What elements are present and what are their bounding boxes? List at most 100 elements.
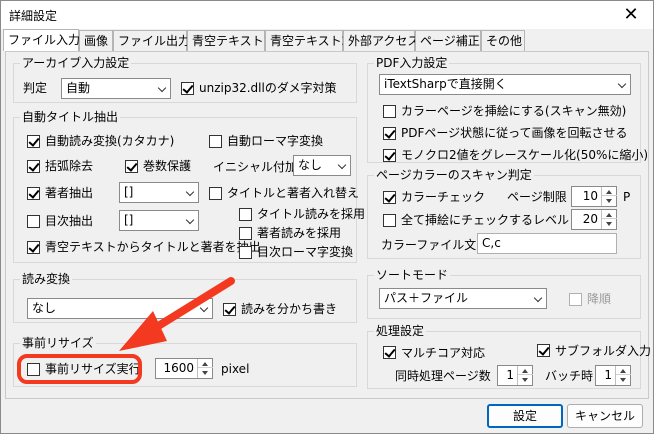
chevron-down-icon [533,293,543,303]
tab-external-access[interactable]: 外部アクセス [343,30,419,51]
toc-roman-label: 目次ローマ字変換 [257,245,354,259]
pdf-group-title: PDF入力設定 [374,56,450,70]
multicore-checkbox[interactable] [383,346,396,359]
swap-title-author-checkbox[interactable] [209,187,222,200]
reading-select-value: なし [32,301,57,315]
sort-select[interactable]: パス＋ファイル [379,288,547,309]
spin-up-icon[interactable] [616,366,631,375]
spin-down-icon[interactable] [518,376,533,385]
pdf-rotate-label: PDFページ状態に従って画像を回転させる [401,126,628,140]
author-select[interactable]: [] [119,182,199,203]
chevron-down-icon [157,83,167,93]
page-limit-label: ページ制限 [507,190,567,204]
aozora-extract-label: 青空テキストからタイトルと著者を抽出 [45,240,261,254]
color-check-label: カラーチェック [401,190,486,204]
chevron-down-icon [185,187,195,197]
page-color-group-title: ページカラーのスキャン判定 [374,168,534,182]
title-bar: 詳細設定 ✕ [1,1,653,29]
use-title-reading-label: タイトル読みを採用 [257,207,366,221]
spin-up-icon[interactable] [518,366,533,375]
author-select-value: [] [124,185,134,199]
tab-image[interactable]: 画像 [79,30,113,51]
cancel-button[interactable]: キャンセル [567,404,643,428]
tab-aozora-text-2[interactable]: 青空テキスト2 [265,30,349,51]
resize-group-title: 事前リサイズ [20,336,96,350]
pdf-rotate-checkbox[interactable] [383,127,396,140]
toc-select[interactable]: [] [119,210,199,231]
page-limit-spinner[interactable]: 10 [571,186,617,207]
level-spinner[interactable]: 20 [571,209,617,230]
color-file-input[interactable]: C,c [477,233,617,254]
spin-up-icon[interactable] [602,210,617,219]
initial-select[interactable]: なし [293,155,351,176]
use-title-reading-checkbox[interactable] [239,208,252,221]
tab-file-input[interactable]: ファイル入力 [3,29,80,51]
keep-volume-checkbox[interactable] [125,160,138,173]
concurrent-pages-spinner[interactable]: 1 [497,365,533,386]
auto-read-label: 自動読み変換(カタカナ) [45,134,175,148]
sort-select-value: パス＋ファイル [384,291,469,305]
remove-brackets-checkbox[interactable] [27,160,40,173]
tab-page-correction[interactable]: ページ補正 [415,30,481,51]
auto-title-group-title: 自動タイトル抽出 [20,110,121,124]
spin-down-icon[interactable] [198,369,213,378]
judge-select-value: 自動 [66,81,91,95]
concurrent-pages-label: 同時処理ページ数 [395,369,491,383]
tab-aozora-text-1[interactable]: 青空テキスト1 [187,30,271,51]
archive-group-title: アーカイブ入力設定 [20,56,132,70]
sort-group-title: ソートモード [374,268,451,282]
keep-volume-label: 巻数保護 [143,159,192,173]
spin-down-icon[interactable] [602,197,617,206]
auto-roman-checkbox[interactable] [209,135,222,148]
aozora-extract-checkbox[interactable] [27,241,40,254]
tab-file-output[interactable]: ファイル出力 [113,30,190,51]
ok-button[interactable]: 設定 [487,404,563,428]
spin-down-icon[interactable] [602,220,617,229]
color-check-checkbox[interactable] [383,191,396,204]
multicore-label: マルチコア対応 [401,346,486,360]
pdf-mode-select[interactable]: iTextSharpで直接開く [379,74,631,95]
judge-label: 判定 [23,81,48,95]
chevron-down-icon [185,215,195,225]
judge-select[interactable]: 自動 [61,78,171,99]
close-icon[interactable]: ✕ [619,3,643,27]
tab-other[interactable]: その他 [481,30,525,51]
swap-title-author-label: タイトルと著者入れ替え [227,186,360,200]
batch-label: バッチ時 [545,369,594,383]
resize-unit-label: pixel [221,362,250,376]
descending-checkbox[interactable] [569,293,582,306]
toc-extract-checkbox[interactable] [27,215,40,228]
subfolder-label: サブフォルダ入力 [555,344,652,358]
all-insert-checkbox[interactable] [383,214,396,227]
page-unit-label: P [623,190,631,204]
author-extract-checkbox[interactable] [27,187,40,200]
toc-extract-label: 目次抽出 [45,214,94,228]
initial-select-value: なし [298,158,323,172]
mono-gray-label: モノクロ2値をグレースケール化(50%に縮小) [401,148,649,162]
processing-group-title: 処理設定 [374,324,427,338]
unzip-label: unzip32.dllのダメ字対策 [199,81,337,95]
mono-gray-checkbox[interactable] [383,149,396,162]
page-limit-value: 10 [582,189,598,203]
unzip-checkbox[interactable] [181,82,194,95]
resize-size-spinner[interactable]: 1600 [155,358,213,379]
color-insert-checkbox[interactable] [383,105,396,118]
toc-roman-checkbox[interactable] [239,246,252,259]
initial-label: イニシャル付加 [213,160,298,174]
chevron-down-icon [337,160,347,170]
split-reading-label: 読みを分かち書き [241,302,338,316]
auto-roman-label: 自動ローマ字変換 [227,134,324,148]
color-file-value: C,c [482,236,501,250]
spin-down-icon[interactable] [616,376,631,385]
red-arrow-icon [119,277,235,351]
chevron-down-icon [617,79,627,89]
spin-up-icon[interactable] [602,187,617,196]
remove-brackets-label: 括弧除去 [45,159,94,173]
batch-spinner[interactable]: 1 [595,365,631,386]
subfolder-checkbox[interactable] [537,344,550,357]
concurrent-pages-value: 1 [506,368,514,382]
resize-size-value: 1600 [163,361,194,375]
descending-label: 降順 [587,292,612,306]
window-title: 詳細設定 [9,9,58,23]
auto-read-checkbox[interactable] [27,135,40,148]
